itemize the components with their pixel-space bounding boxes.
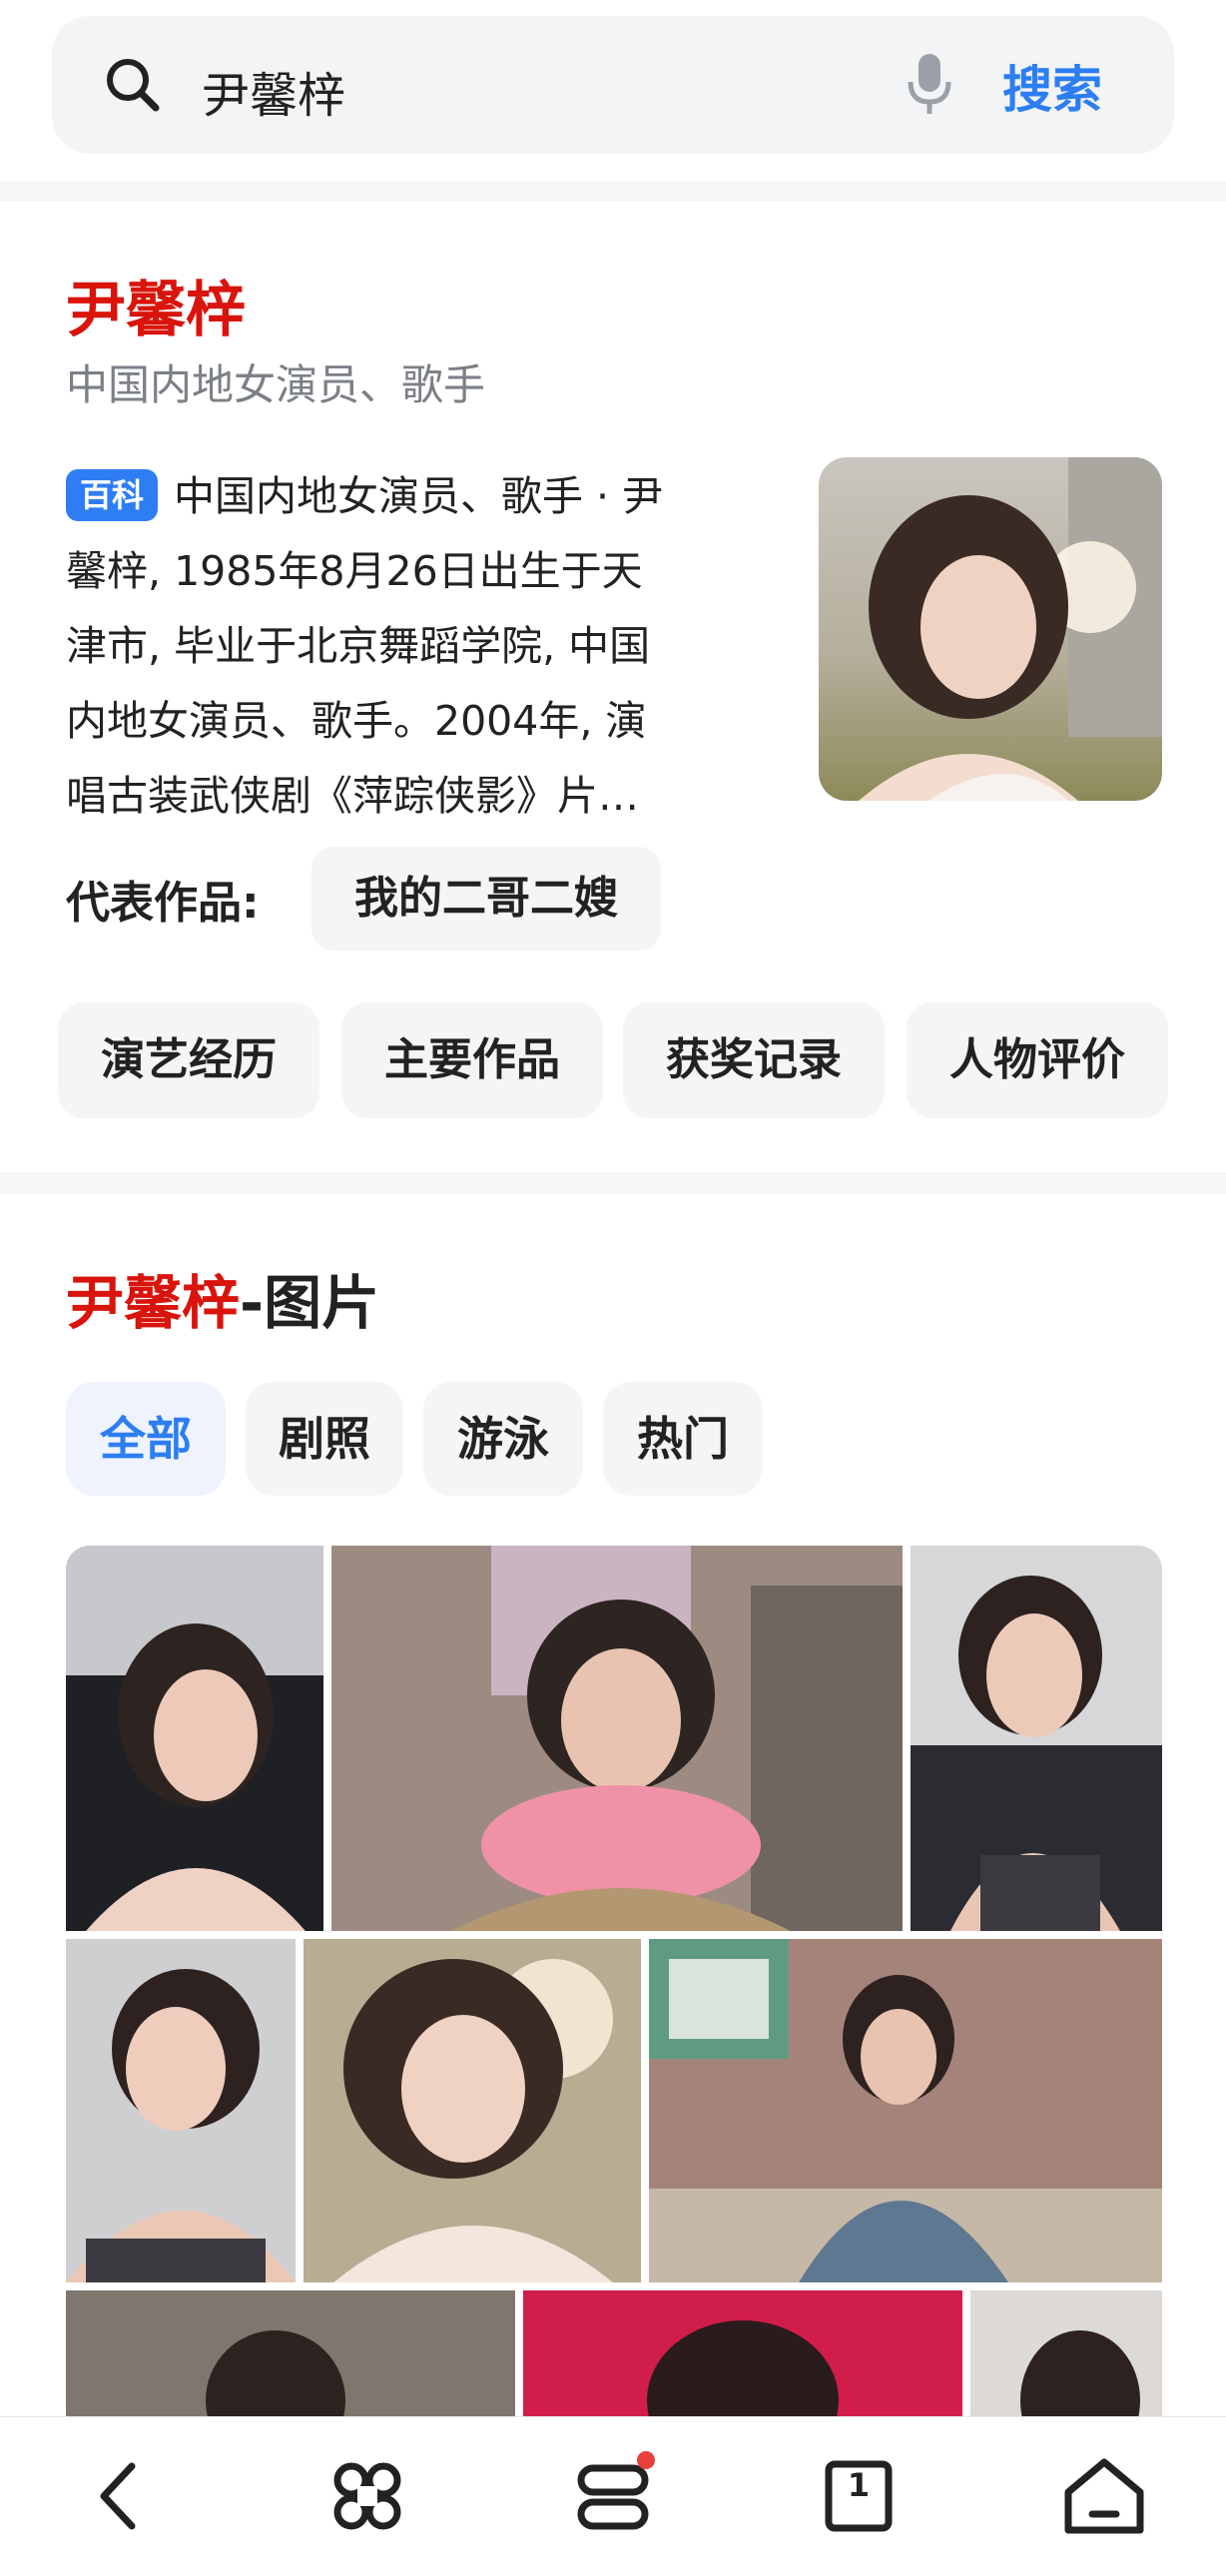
menu-icon[interactable]	[553, 2436, 673, 2556]
search-input[interactable]: 尹馨梓	[202, 56, 345, 126]
photo-1[interactable]	[66, 1546, 323, 1931]
home-icon[interactable]	[1044, 2436, 1164, 2556]
photo-9[interactable]	[970, 2290, 1162, 2416]
tab-works[interactable]: 主要作品	[341, 1002, 603, 1118]
images-title-suffix: -图片	[240, 1269, 380, 1337]
filter-swimming[interactable]: 游泳	[423, 1382, 583, 1496]
intro-line: 唱古装武侠剧《萍踪侠影》片…	[66, 772, 639, 820]
tab-evaluation[interactable]: 人物评价	[907, 1002, 1168, 1118]
search-icon[interactable]	[104, 56, 162, 114]
portrait-image[interactable]	[819, 457, 1162, 801]
photo-8[interactable]	[523, 2290, 962, 2416]
intro-line: 馨梓, 1985年8月26日出生于天	[66, 547, 643, 595]
intro-line-text: 中国内地女演员、歌手 · 尹	[174, 472, 664, 520]
search-button[interactable]: 搜索	[1002, 50, 1102, 122]
photo-5[interactable]	[304, 1939, 641, 2282]
person-name[interactable]: 尹馨梓	[66, 262, 246, 348]
notification-dot	[637, 2451, 655, 2469]
intro-text[interactable]: 百科 中国内地女演员、歌手 · 尹 馨梓, 1985年8月26日出生于天 津市, …	[66, 459, 765, 834]
baike-badge: 百科	[66, 469, 159, 521]
tab-awards[interactable]: 获奖记录	[623, 1002, 885, 1118]
tab-count: 1	[847, 2466, 871, 2504]
images-title-name: 尹馨梓	[66, 1269, 241, 1337]
shortcut-icon[interactable]	[307, 2436, 427, 2556]
filter-popular[interactable]: 热门	[603, 1382, 763, 1496]
intro-line: 津市, 毕业于北京舞蹈学院, 中国	[66, 622, 651, 670]
works-label: 代表作品:	[66, 878, 260, 929]
tab-career[interactable]: 演艺经历	[58, 1002, 319, 1118]
intro-line: 百科 中国内地女演员、歌手 · 尹	[66, 459, 765, 534]
microphone-icon[interactable]	[905, 52, 954, 118]
images-title[interactable]: 尹馨梓-图片	[66, 1256, 379, 1340]
photo-7[interactable]	[66, 2290, 515, 2416]
filter-stills[interactable]: 剧照	[246, 1382, 403, 1496]
photo-4[interactable]	[66, 1939, 296, 2282]
back-icon[interactable]	[60, 2436, 180, 2556]
person-subtitle: 中国内地女演员、歌手	[66, 360, 486, 409]
filter-all[interactable]: 全部	[66, 1382, 226, 1496]
work-chip[interactable]: 我的二哥二嫂	[311, 847, 661, 951]
intro-line: 内地女演员、歌手。2004年, 演	[66, 697, 647, 745]
image-grid	[66, 1546, 1162, 2416]
photo-2[interactable]	[331, 1546, 903, 1931]
photo-3[interactable]	[911, 1546, 1162, 1931]
photo-6[interactable]	[649, 1939, 1162, 2282]
